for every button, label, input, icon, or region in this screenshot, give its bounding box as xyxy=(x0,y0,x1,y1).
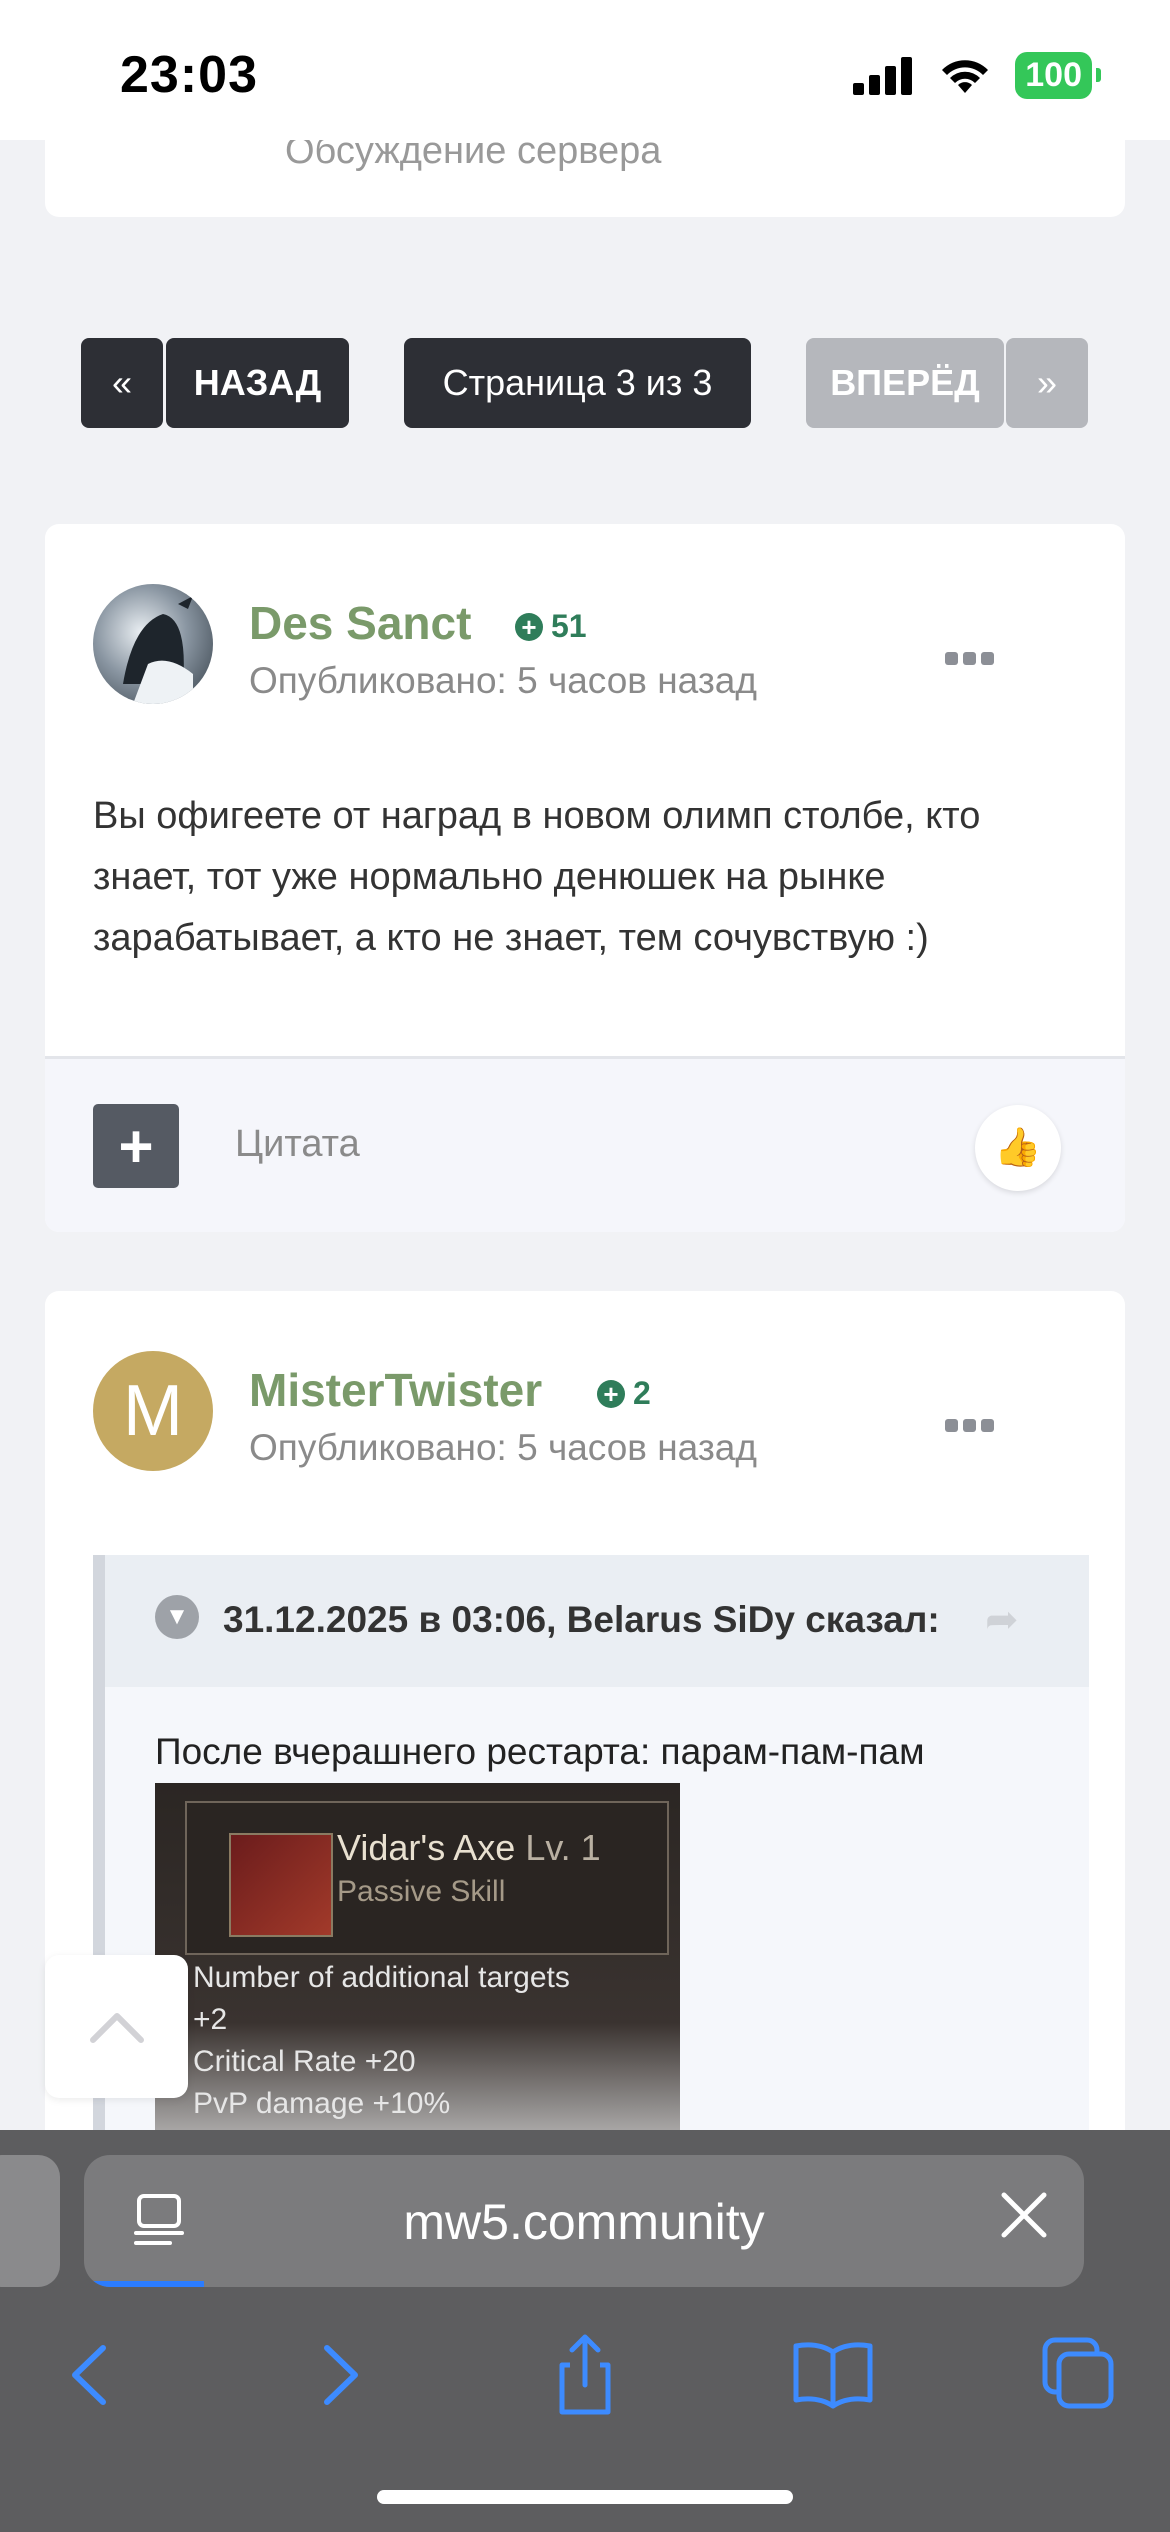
url-text: mw5.community xyxy=(403,2194,765,2250)
skill-panel: Vidar's Axe Lv. 1 Passive Skill xyxy=(185,1801,669,1955)
post-footer: + Цитата 👍 xyxy=(45,1056,1125,1232)
share-arrow-icon[interactable]: ➦ xyxy=(985,1597,1019,1643)
like-button[interactable]: 👍 xyxy=(975,1105,1061,1191)
status-bar: 23:03 100 xyxy=(0,0,1170,140)
browser-nav-row xyxy=(0,2330,1170,2430)
next-page-button[interactable]: ВПЕРЁД xyxy=(806,338,1004,428)
plus-circle-icon: + xyxy=(597,1379,625,1408)
post-card: Des Sanct + 51 Опубликовано: 5 часов наз… xyxy=(45,524,1125,1232)
close-icon[interactable] xyxy=(994,2185,1054,2245)
thumbs-up-icon: 👍 xyxy=(994,1127,1042,1169)
home-indicator[interactable] xyxy=(377,2490,793,2504)
post-author[interactable]: MisterTwister xyxy=(249,1363,542,1417)
reputation-badge: + 51 xyxy=(515,608,587,645)
multiquote-add-button[interactable]: + xyxy=(93,1104,179,1188)
quote-text: После вчерашнего рестарта: парам-пам-пам xyxy=(155,1731,925,1772)
prev-arrow-button[interactable]: « xyxy=(81,338,163,428)
post-author[interactable]: Des Sanct xyxy=(249,596,471,650)
battery-indicator: 100 xyxy=(1015,52,1101,99)
post-date: Опубликовано: 5 часов назад xyxy=(249,1427,757,1468)
chevron-down-icon[interactable]: ▼ xyxy=(155,1595,199,1639)
wifi-icon xyxy=(942,59,989,93)
skill-name: Vidar's Axe xyxy=(337,1827,516,1868)
avatar-image xyxy=(123,596,193,704)
skill-title: Vidar's Axe Lv. 1 xyxy=(337,1827,601,1869)
tabs-icon[interactable] xyxy=(1035,2330,1125,2420)
post-card: M MisterTwister + 2 Опубликовано: 5 часо… xyxy=(45,1291,1125,2191)
share-icon[interactable] xyxy=(540,2330,630,2420)
post-date: Опубликовано: 5 часов назад xyxy=(249,660,757,701)
browser-toolbar: mw5.community xyxy=(0,2130,1170,2532)
quote-button[interactable]: Цитата xyxy=(235,1123,360,1166)
reputation-count: 51 xyxy=(551,608,587,644)
double-chevron-right-icon: » xyxy=(1036,362,1058,403)
back-icon[interactable] xyxy=(45,2330,135,2420)
bookmarks-icon[interactable] xyxy=(788,2330,878,2420)
address-bar[interactable]: mw5.community xyxy=(84,2155,1084,2287)
skill-level: Lv. 1 xyxy=(525,1827,601,1868)
reputation-badge: + 2 xyxy=(597,1375,651,1412)
skill-type: Passive Skill xyxy=(337,1875,506,1908)
reputation-count: 2 xyxy=(633,1375,651,1411)
next-arrow-button[interactable]: » xyxy=(1006,338,1088,428)
avatar[interactable]: M xyxy=(93,1351,213,1471)
game-screenshot[interactable]: Vidar's Axe Lv. 1 Passive Skill Number o… xyxy=(155,1783,680,2183)
signal-icon xyxy=(853,56,913,95)
skill-stat: Number of additional targets xyxy=(193,1961,570,1994)
status-icons: 100 xyxy=(853,52,1101,99)
quote-block: ▼ 31.12.2025 в 03:06, Belarus SiDy сказа… xyxy=(93,1555,1089,2191)
quote-header[interactable]: ▼ 31.12.2025 в 03:06, Belarus SiDy сказа… xyxy=(105,1555,1089,1687)
forward-icon[interactable] xyxy=(295,2330,385,2420)
prev-page-button[interactable]: НАЗАД xyxy=(166,338,349,428)
axe-skill-icon xyxy=(229,1833,333,1937)
skill-stat: PvP damage +10% xyxy=(193,2087,451,2120)
chevron-up-icon xyxy=(89,2012,144,2043)
status-time: 23:03 xyxy=(120,46,258,104)
more-options-icon[interactable] xyxy=(945,652,994,665)
skill-stat: Critical Rate +20 xyxy=(193,2045,416,2078)
skill-stat: +2 xyxy=(193,2003,228,2036)
double-chevron-left-icon: « xyxy=(111,362,133,403)
scroll-to-top-button[interactable] xyxy=(45,1955,188,2098)
page-indicator[interactable]: Страница 3 из 3 xyxy=(404,338,751,428)
post-content: Вы офигеете от наград в новом олимп стол… xyxy=(93,795,981,959)
previous-tab[interactable] xyxy=(0,2155,60,2287)
quote-citation: 31.12.2025 в 03:06, Belarus SiDy сказал: xyxy=(223,1599,940,1640)
avatar[interactable] xyxy=(93,584,213,704)
page-load-progress xyxy=(84,2281,204,2287)
more-options-icon[interactable] xyxy=(945,1419,994,1432)
plus-circle-icon: + xyxy=(515,612,543,641)
